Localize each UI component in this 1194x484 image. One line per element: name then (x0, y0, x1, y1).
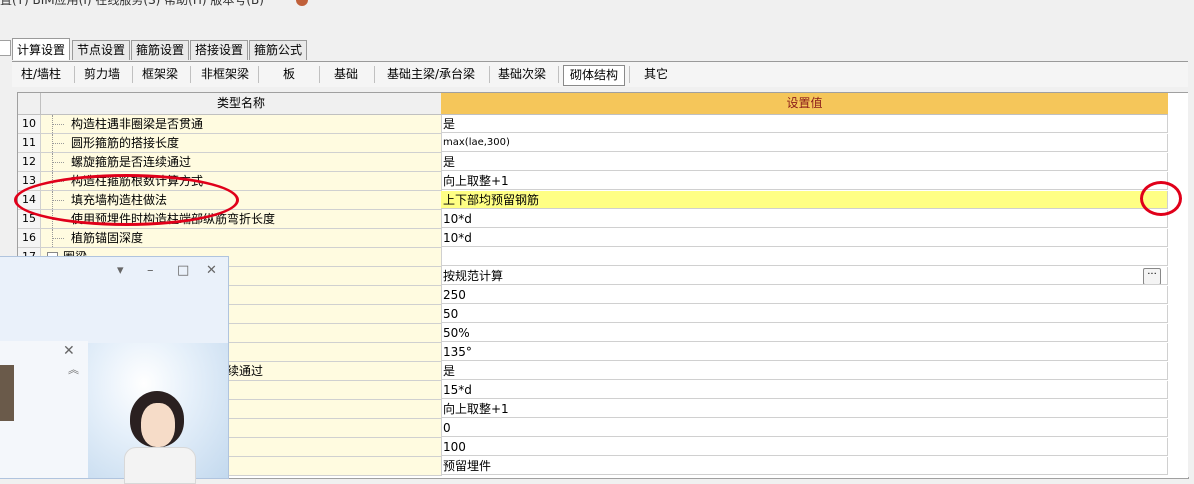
row-number: 16 (18, 229, 41, 248)
annotation-circle (1140, 181, 1182, 216)
table-row[interactable]: 16 植筋锚固深度 10*d (18, 229, 1168, 248)
row-value[interactable]: 是 (441, 362, 1168, 380)
row-value[interactable]: max(lae,300) (441, 134, 1168, 152)
left-panel-edge (0, 40, 11, 56)
tab-other[interactable]: 其它 (634, 65, 678, 84)
table-row[interactable]: 10 构造柱遇非圈梁是否贯通 是 (18, 115, 1168, 134)
tab-foundation-secondary-beam[interactable]: 基础次梁 (494, 65, 550, 84)
row-value[interactable]: 预留埋件 (441, 457, 1168, 475)
row-value[interactable]: 上下部均预留钢筋 (441, 191, 1168, 209)
tab-separator (319, 66, 320, 83)
tab-frame-beam[interactable]: 框架梁 (136, 65, 184, 84)
row-value: 按规范计算 (443, 269, 504, 283)
grid-header-value: 设置值 (441, 93, 1168, 115)
ellipsis-button[interactable]: ··· (1143, 268, 1161, 284)
row-value[interactable]: 250 (441, 286, 1168, 304)
row-name: 螺旋箍筋是否连续通过 (71, 155, 192, 169)
row-value[interactable]: 100 (441, 438, 1168, 456)
tab-separator (558, 66, 559, 83)
tab-separator (374, 66, 375, 83)
row-name: 圆形箍筋的搭接长度 (71, 136, 180, 150)
minimize-icon[interactable]: – (147, 263, 154, 278)
menubar: 置(Y) BIM应用(I) 在线服务(S) 帮助(H) 版本号(B) (0, 0, 1194, 8)
menubar-text[interactable]: 置(Y) BIM应用(I) 在线服务(S) 帮助(H) 版本号(B) (0, 0, 264, 8)
tab-separator (258, 66, 259, 83)
row-name-cell: 圆形箍筋的搭接长度 (41, 134, 442, 153)
tab-separator (489, 66, 490, 83)
grid-header-rownum (18, 93, 41, 115)
avatar-face (141, 403, 175, 447)
tab-nonframe-beam[interactable]: 非框架梁 (195, 65, 255, 84)
row-name-cell: 螺旋箍筋是否连续通过 (41, 153, 442, 172)
row-name-cell: 构造柱遇非圈梁是否贯通 (41, 115, 442, 134)
tab-foundation-main-beam[interactable]: 基础主梁/承台梁 (380, 65, 482, 84)
row-number: 12 (18, 153, 41, 172)
component-tabs: 柱/墙柱 剪力墙 框架梁 非框架梁 板 基础 基础主梁/承台梁 基础次梁 砌体结… (12, 61, 1194, 87)
tab-lap-settings[interactable]: 搭接设置 (190, 40, 249, 60)
tab-slab[interactable]: 板 (264, 65, 314, 84)
assistant-popup: ▾ – □ ✕ ✕ ︽ (0, 256, 229, 484)
tab-stirrup-formula[interactable]: 箍筋公式 (249, 40, 308, 60)
table-row[interactable]: 12 螺旋箍筋是否连续通过 是 (18, 153, 1168, 172)
tab-node-settings[interactable]: 节点设置 (72, 40, 131, 60)
tab-shear-wall[interactable]: 剪力墙 (78, 65, 126, 84)
tab-separator (132, 66, 133, 83)
row-value[interactable]: 15*d (441, 381, 1168, 399)
row-value[interactable]: 10*d (441, 210, 1168, 228)
thumbnail-image (0, 365, 14, 421)
row-value[interactable]: 50% (441, 324, 1168, 342)
row-value[interactable]: 0 (441, 419, 1168, 437)
row-number: 11 (18, 134, 41, 153)
tab-stirrup-settings[interactable]: 箍筋设置 (131, 40, 190, 60)
tab-separator (190, 66, 191, 83)
row-value[interactable]: 向上取整+1 (441, 400, 1168, 418)
assistant-avatar-image (88, 343, 228, 484)
tab-foundation[interactable]: 基础 (324, 65, 368, 84)
dropdown-icon[interactable]: ▾ (117, 263, 124, 278)
row-name-cell: 植筋锚固深度 (41, 229, 442, 248)
avatar-body (124, 447, 196, 484)
row-value[interactable]: 是 (441, 153, 1168, 171)
row-value[interactable]: 是 (441, 115, 1168, 133)
row-value[interactable] (441, 248, 1168, 266)
collapse-up-icon[interactable]: ︽ (68, 361, 79, 377)
tab-separator (629, 66, 630, 83)
app-badge-icon (296, 0, 308, 6)
row-value[interactable]: 50 (441, 305, 1168, 323)
row-value-cell[interactable]: 按规范计算 ··· (441, 267, 1168, 285)
close-icon[interactable]: ✕ (206, 263, 217, 278)
row-name: 构造柱遇非圈梁是否贯通 (71, 117, 204, 131)
row-value[interactable]: 10*d (441, 229, 1168, 247)
grid-header-name: 类型名称 (41, 93, 442, 115)
inner-close-icon[interactable]: ✕ (63, 343, 75, 359)
row-name: 续通过 (227, 364, 264, 378)
tab-calc-settings[interactable]: 计算设置 (12, 38, 71, 60)
row-number: 10 (18, 115, 41, 134)
tab-separator (74, 66, 75, 83)
row-value[interactable]: 向上取整+1 (441, 172, 1168, 190)
tab-masonry[interactable]: 砌体结构 (563, 65, 625, 86)
row-value[interactable]: 135° (441, 343, 1168, 361)
window-right-edge (1188, 40, 1194, 477)
table-row[interactable]: 11 圆形箍筋的搭接长度 max(lae,300) (18, 134, 1168, 153)
tab-column[interactable]: 柱/墙柱 (14, 65, 68, 84)
maximize-icon[interactable]: □ (177, 263, 189, 278)
annotation-oval (14, 174, 239, 226)
row-name: 植筋锚固深度 (71, 231, 144, 245)
